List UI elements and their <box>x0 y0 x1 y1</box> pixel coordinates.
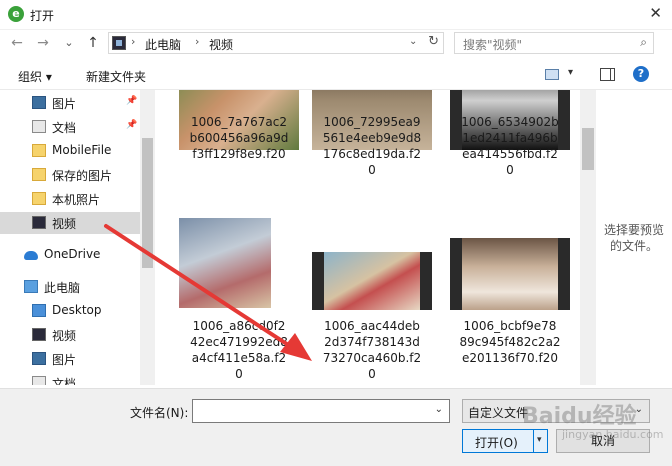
sidebar-item-camera-roll[interactable]: 本机照片 <box>0 188 140 210</box>
sidebar-item-pc-pictures[interactable]: 图片 <box>0 348 140 370</box>
breadcrumb-separator-icon: › <box>195 35 200 48</box>
recent-locations-chevron-icon[interactable]: ⌄ <box>60 33 78 53</box>
file-item[interactable]: 1006_7a767ac2 b600456a96a9d f3ff129f8e9.… <box>179 90 299 210</box>
browser-app-icon: e <box>8 6 24 22</box>
sidebar-item-label: 文档 <box>52 121 77 135</box>
preview-pane-icon[interactable] <box>600 68 615 81</box>
file-list-scrollbar-thumb[interactable] <box>582 128 594 170</box>
search-box[interactable]: 搜索"视频" ⌕ <box>454 32 654 54</box>
sidebar-item-label: OneDrive <box>44 247 101 261</box>
breadcrumb-separator-icon: › <box>131 35 136 48</box>
sidebar-item-label: 视频 <box>52 329 77 343</box>
search-placeholder: 搜索"视频" <box>463 38 523 52</box>
organize-button[interactable]: 组织 ▾ <box>18 68 52 85</box>
new-folder-button[interactable]: 新建文件夹 <box>86 68 146 85</box>
filename-label: 文件名(N): <box>130 406 189 420</box>
photo-thumbnail <box>179 218 271 308</box>
watermark-logo: Baidu经验 <box>522 404 637 429</box>
document-icon <box>32 376 46 385</box>
command-toolbar: 组织 ▾ 新建文件夹 ▾ ? <box>0 60 672 90</box>
refresh-icon[interactable]: ↻ <box>428 34 439 49</box>
search-icon[interactable]: ⌕ <box>640 35 647 50</box>
sidebar-item-pc-videos[interactable]: 视频 <box>0 324 140 346</box>
video-library-icon <box>112 36 126 50</box>
breadcrumb-videos[interactable]: 视频 <box>209 36 233 53</box>
forward-arrow-icon[interactable]: → <box>34 33 52 53</box>
up-arrow-icon[interactable]: ↑ <box>84 33 102 53</box>
sidebar-item-label: 图片 <box>52 97 77 111</box>
file-name: 1006_a86cd0f2 42ec471992ed8 a4cf411e58a.… <box>190 319 288 381</box>
desktop-icon <box>32 304 46 317</box>
sidebar-item-onedrive[interactable]: OneDrive <box>0 244 140 266</box>
change-view-icon[interactable] <box>545 69 559 80</box>
file-name: 1006_7a767ac2 b600456a96a9d f3ff129f8e9.… <box>189 115 289 161</box>
video-icon <box>32 328 46 341</box>
sidebar-item-this-pc[interactable]: 此电脑 <box>0 276 140 298</box>
window-title: 打开 <box>30 9 55 23</box>
file-item[interactable]: 1006_aac44deb 2d374f738143d 73270ca460b.… <box>312 218 432 381</box>
file-name: 1006_6534902b 1ed2411fa496b ea414556fbd.… <box>461 115 559 177</box>
sidebar-item-saved-pictures[interactable]: 保存的图片 <box>0 164 140 186</box>
title-bar: e 打开 ✕ <box>0 0 672 30</box>
pin-icon[interactable]: 📌 <box>126 96 137 106</box>
breadcrumb-this-pc[interactable]: 此电脑 <box>145 36 181 53</box>
open-button-divider <box>533 430 534 452</box>
video-icon <box>32 216 46 229</box>
watermark-url: jingyan.baidu.com <box>562 428 664 441</box>
pictures-icon <box>32 352 46 365</box>
folder-icon <box>32 168 46 181</box>
preview-placeholder: 选择要预览的文件。 <box>603 223 664 253</box>
sidebar-item-label: 视频 <box>52 217 77 231</box>
pin-icon[interactable]: 📌 <box>126 120 137 130</box>
file-item[interactable]: 1006_bcbf9e78 89c945f482c2a2 e201136f70.… <box>450 218 570 368</box>
sidebar-item-label: 图片 <box>52 353 77 367</box>
sidebar-item-label: MobileFile <box>52 143 112 157</box>
sidebar-item-pictures[interactable]: 图片 📌 <box>0 92 140 114</box>
sidebar-item-pc-documents[interactable]: 文档 <box>0 372 140 385</box>
folder-icon <box>32 144 46 157</box>
document-icon <box>32 120 46 133</box>
pictures-icon <box>32 96 46 109</box>
sidebar-item-videos[interactable]: 视频 <box>0 212 140 234</box>
sidebar-item-label: Desktop <box>52 303 102 317</box>
sidebar-item-label: 文档 <box>52 377 77 385</box>
address-dropdown-icon[interactable]: ⌄ <box>409 36 417 47</box>
sidebar-item-label: 保存的图片 <box>52 169 113 183</box>
file-list: 1006_7a767ac2 b600456a96a9d f3ff129f8e9.… <box>157 90 580 385</box>
sidebar-item-label: 此电脑 <box>44 281 81 295</box>
open-options-dropdown-icon[interactable]: ▾ <box>537 435 542 445</box>
view-options-dropdown-icon[interactable]: ▾ <box>568 67 573 78</box>
video-thumbnail <box>450 238 570 310</box>
chevron-down-icon[interactable]: ⌄ <box>435 404 443 415</box>
sidebar-item-desktop[interactable]: Desktop <box>0 300 140 322</box>
file-name: 1006_72995ea9 561e4eeb9e9d8 176c8ed19da.… <box>322 115 422 177</box>
file-item[interactable]: 1006_6534902b 1ed2411fa496b ea414556fbd.… <box>450 90 570 210</box>
sidebar-scrollbar-thumb[interactable] <box>142 138 153 268</box>
sidebar-item-mobilefile[interactable]: MobileFile <box>0 140 140 162</box>
navigation-bar: ← → ⌄ ↑ › 此电脑 › 视频 ⌄ ↻ 搜索"视频" ⌕ <box>0 30 672 56</box>
sidebar-item-documents[interactable]: 文档 📌 <box>0 116 140 138</box>
help-icon[interactable]: ? <box>633 66 649 82</box>
file-name: 1006_bcbf9e78 89c945f482c2a2 e201136f70.… <box>459 319 561 365</box>
open-button[interactable]: 打开(O) ▾ <box>462 429 548 453</box>
file-item[interactable]: 1006_72995ea9 561e4eeb9e9d8 176c8ed19da.… <box>312 90 432 210</box>
folder-icon <box>32 192 46 205</box>
filename-input[interactable]: ⌄ <box>192 399 450 423</box>
navigation-pane: 图片 📌 文档 📌 MobileFile 保存的图片 本机照片 视频 OneDr… <box>0 90 155 385</box>
computer-icon <box>24 280 38 293</box>
file-item[interactable]: 1006_a86cd0f2 42ec471992ed8 a4cf411e58a.… <box>179 218 299 381</box>
onedrive-icon <box>24 251 38 260</box>
file-type-value: 自定义文件 <box>468 406 529 420</box>
address-bar[interactable]: › 此电脑 › 视频 ⌄ ↻ <box>108 32 444 54</box>
close-icon[interactable]: ✕ <box>649 4 662 22</box>
file-name: 1006_aac44deb 2d374f738143d 73270ca460b.… <box>322 319 422 381</box>
open-button-label: 打开(O) <box>475 436 518 450</box>
back-arrow-icon[interactable]: ← <box>8 33 26 53</box>
sidebar-item-label: 本机照片 <box>52 193 101 207</box>
video-thumbnail <box>312 252 432 310</box>
